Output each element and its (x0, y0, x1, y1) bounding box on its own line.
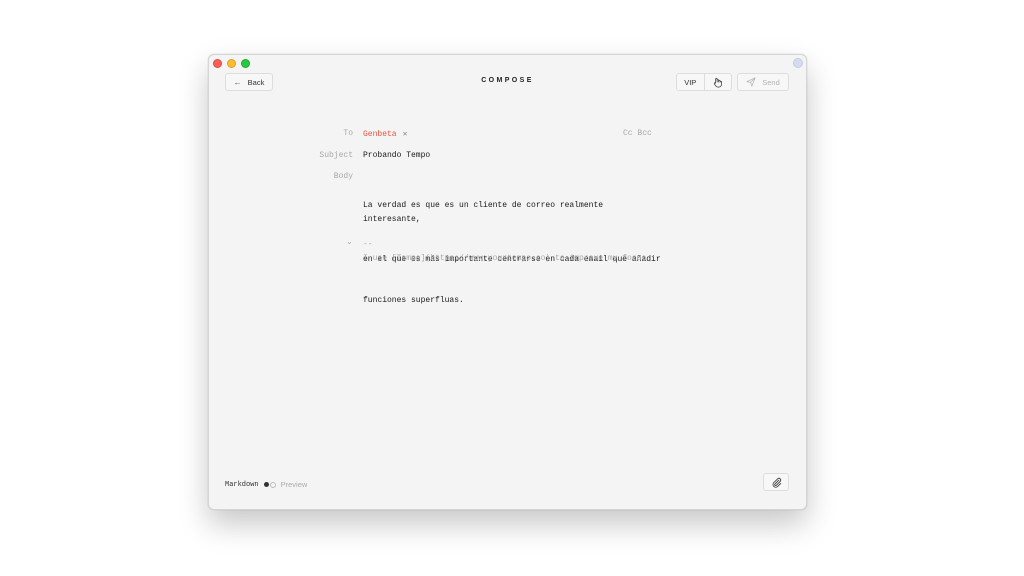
vip-label: VIP (684, 77, 697, 87)
window-controls (213, 59, 250, 68)
preview-label[interactable]: Preview (281, 480, 308, 489)
to-field[interactable]: Genbeta ✕ (363, 129, 407, 139)
mode-switch[interactable] (263, 481, 276, 488)
status-dot-icon (793, 58, 803, 68)
attach-button[interactable] (763, 473, 789, 491)
markdown-label: Markdown (225, 480, 259, 489)
paper-plane-icon (746, 77, 756, 87)
toggle-off-dot-icon (269, 481, 276, 488)
body-line: La verdad es que es un cliente de correo… (363, 201, 608, 224)
hand-pointer-icon (714, 77, 723, 87)
to-label: To (343, 129, 353, 138)
focus-button[interactable] (703, 74, 732, 90)
signature-text: I use [Tempo](https://www.yourtempo.co) … (363, 253, 647, 263)
compose-window: ← Back COMPOSE VIP Send To Genbeta ✕ Cc B… (208, 54, 807, 510)
signature-separator: -- (363, 240, 373, 249)
toggle-on-dot-icon (263, 482, 269, 487)
body-line: funciones superfluas. (363, 295, 464, 305)
body-label: Body (333, 172, 353, 181)
signature[interactable]: -- I use [Tempo](https://www.yourtempo.c… (363, 238, 646, 265)
subject-label: Subject (319, 151, 353, 160)
send-button[interactable]: Send (737, 73, 789, 91)
paperclip-icon (772, 477, 781, 488)
subject-input[interactable]: Probando Tempo (363, 151, 430, 160)
cc-bcc-toggle[interactable]: Cc Bcc (623, 129, 652, 138)
close-icon[interactable]: ✕ (403, 130, 408, 139)
chevron-down-icon[interactable]: ⌄ (346, 237, 353, 246)
close-window-button[interactable] (213, 59, 222, 68)
minimize-window-button[interactable] (227, 59, 236, 68)
recipient-chip[interactable]: Genbeta (363, 130, 397, 139)
zoom-window-button[interactable] (241, 59, 250, 68)
vip-group: VIP (676, 73, 732, 91)
send-label: Send (762, 77, 780, 87)
markdown-preview-toggle: Markdown Preview (225, 480, 307, 489)
vip-button[interactable]: VIP (677, 74, 704, 90)
